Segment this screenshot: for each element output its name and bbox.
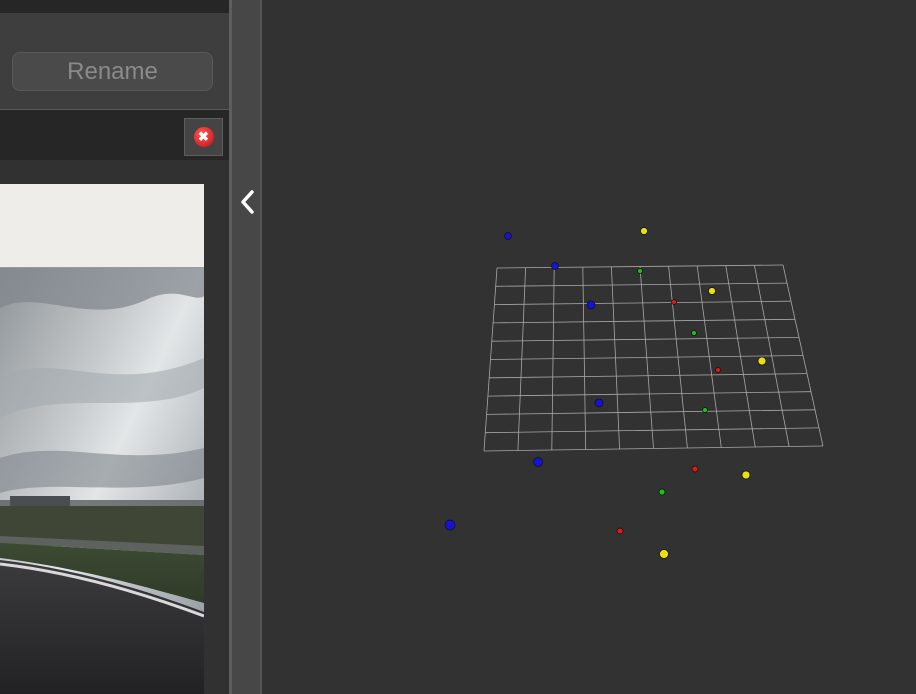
red-marker (691, 465, 699, 473)
red-marker (715, 367, 721, 373)
yellow-marker (757, 356, 767, 366)
red-marker (616, 527, 624, 535)
green-marker (691, 330, 697, 336)
top-strip (0, 0, 229, 13)
rename-button[interactable]: Rename (12, 52, 213, 91)
blue-marker (533, 457, 543, 467)
blue-marker (586, 300, 596, 310)
3d-scene-view[interactable] (262, 0, 916, 694)
yellow-marker (659, 549, 669, 559)
yellow-marker (741, 470, 751, 480)
blue-marker (504, 232, 512, 240)
close-button[interactable]: ✖ (184, 118, 223, 156)
rename-area: Rename (0, 13, 229, 110)
green-marker (702, 407, 708, 413)
close-icon: ✖ (193, 127, 214, 147)
yellow-marker (708, 287, 716, 295)
green-marker (637, 268, 643, 274)
image-viewer (0, 160, 229, 694)
photo-frame (0, 184, 204, 694)
red-marker (671, 299, 677, 305)
chevron-left-icon[interactable] (237, 186, 259, 218)
yellow-marker (640, 227, 648, 235)
photo-header-area (0, 184, 204, 268)
blue-marker (444, 519, 456, 531)
panel-splitter[interactable] (229, 0, 262, 694)
blue-marker (594, 398, 604, 408)
ground-grid (483, 264, 824, 452)
camera-photo (0, 268, 204, 694)
left-panel: Rename ✖ (0, 0, 229, 694)
green-marker (658, 488, 666, 496)
blue-marker (551, 262, 559, 270)
viewer-header-bar: ✖ (0, 110, 229, 160)
